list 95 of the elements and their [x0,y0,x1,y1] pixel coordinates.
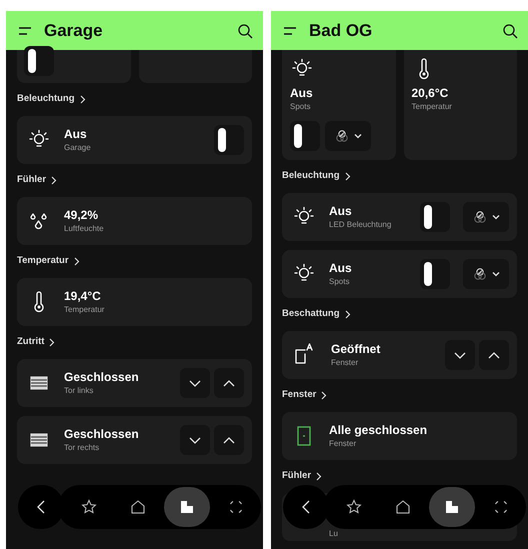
section-heading[interactable]: Beschattung [282,307,340,322]
chevron-right-icon[interactable] [74,257,80,266]
up-button[interactable] [214,368,244,398]
device-card[interactable]: Aus Garage [17,116,252,164]
caret-icon [492,271,500,277]
device-card[interactable]: Geöffnet Fenster [282,331,517,379]
chevron-down-icon [188,435,202,445]
status-value: Aus [290,86,314,101]
device-card[interactable]: Geschlossen Tor links [17,359,252,407]
device-label: Lu [329,528,339,540]
rooms-icon [180,500,194,514]
chevron-right-icon[interactable] [344,310,351,319]
caret-icon [354,133,362,139]
device-label: LED Beleuchtung [329,218,392,230]
toggle-switch[interactable] [290,121,320,151]
up-button[interactable] [214,425,244,455]
status-value: Geschlossen [64,426,140,442]
status-value: 20,6°C [412,86,450,101]
status-value: Aus [64,126,88,142]
chevron-right-icon[interactable] [344,172,351,181]
chevron-right-icon[interactable] [80,95,86,104]
down-button[interactable] [180,368,210,398]
down-button[interactable] [180,425,210,455]
chevron-down-icon [188,378,202,388]
device-card[interactable]: Alle geschlossen Fenster [282,412,517,460]
chevron-right-icon[interactable] [316,472,322,481]
chevron-right-icon[interactable] [321,391,328,400]
color-menu-button[interactable] [463,259,509,289]
color-circles-icon [334,129,348,143]
status-value: Aus [329,204,353,218]
section-heading[interactable]: Fühler [17,173,46,188]
device-tile[interactable]: Aus Spots [282,50,396,160]
home-icon [394,499,411,515]
menu-icon[interactable] [283,26,297,34]
toggle-switch[interactable] [420,259,450,289]
search-icon[interactable] [237,22,253,38]
device-tile[interactable] [138,50,252,83]
device-label: Fenster [331,356,360,368]
device-label: Tor links [64,384,94,396]
status-value: Geschlossen [64,370,140,384]
color-circles-icon [472,210,486,224]
device-card[interactable]: 19,4°C Temperatur [17,278,252,326]
menu-icon[interactable] [18,26,32,34]
section-heading[interactable]: Temperatur [17,254,69,269]
up-button[interactable] [479,340,509,370]
caret-icon [492,214,500,220]
page-title: Garage [44,20,104,42]
device-label: Temperatur [412,101,453,113]
scenes-icon [493,499,510,515]
back-icon [37,500,45,514]
device-label: Garage [64,142,92,154]
chevron-right-icon[interactable] [51,176,58,185]
home-icon [130,499,146,515]
section-heading[interactable]: Beleuchtung [17,92,75,107]
device-label: Luftfeuchte [64,222,105,234]
chevron-right-icon[interactable] [49,338,56,347]
status-value: 49,2% [64,208,100,222]
color-circles-icon [472,267,486,281]
device-card[interactable]: Geschlossen Tor rechts [17,416,252,464]
device-label: Temperatur [64,304,106,316]
status-value: Geöffnet [331,342,382,356]
section-heading[interactable]: Fenster [282,388,316,403]
color-menu-button[interactable] [325,121,371,151]
down-button[interactable] [445,340,475,370]
device-tile[interactable]: 20,6°C Temperatur [404,50,517,160]
device-card[interactable]: 49,2% Luftfeuchte [17,197,252,245]
scenes-icon [228,499,244,515]
rooms-tab[interactable] [164,487,210,527]
section-heading[interactable]: Beleuchtung [282,169,340,184]
device-label: Tor rechts [64,442,100,454]
color-menu-button[interactable] [463,202,509,232]
device-card[interactable]: Aus Spots [282,250,517,298]
back-icon [302,500,310,514]
toggle-switch[interactable] [24,46,54,76]
toggle-switch[interactable] [420,202,450,232]
status-value: 19,4°C [64,288,102,304]
toggle-switch[interactable] [214,125,244,155]
device-label: Spots [290,101,312,113]
section-heading[interactable]: Zutritt [17,335,44,350]
search-icon[interactable] [502,22,518,38]
star-icon [80,499,97,515]
chevron-up-icon [222,378,236,388]
star-icon [346,499,362,515]
page-title: Bad OG [309,20,374,42]
chevron-up-icon [222,435,236,445]
rooms-tab[interactable] [429,487,476,527]
chevron-up-icon [487,350,501,360]
device-card[interactable]: Aus LED Beleuchtung [282,193,517,241]
section-heading[interactable]: Fühler [282,469,312,484]
device-label: Spots [329,276,350,288]
device-label: Fenster [329,438,358,450]
chevron-down-icon [453,350,467,360]
status-value: Alle geschlossen [329,422,428,438]
status-value: Aus [329,260,353,276]
rooms-icon [445,500,460,514]
